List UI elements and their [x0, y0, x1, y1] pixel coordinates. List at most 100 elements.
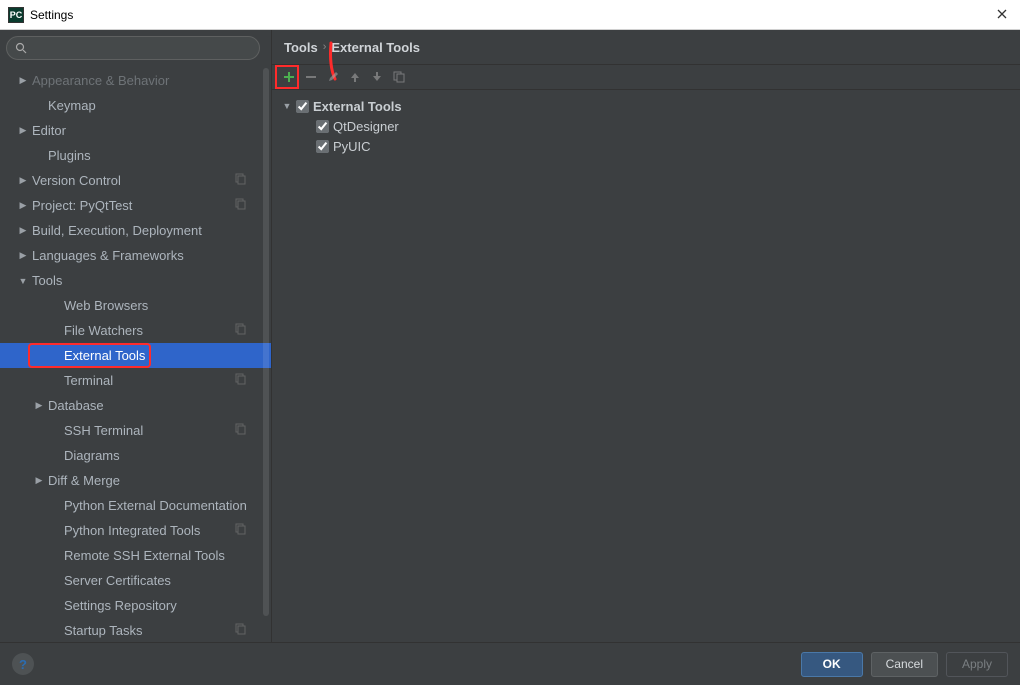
sidebar-item-label: Diff & Merge — [48, 473, 120, 488]
minus-icon — [305, 71, 317, 83]
cancel-button[interactable]: Cancel — [871, 652, 938, 677]
project-scope-icon — [235, 198, 247, 213]
external-tool-checkbox[interactable] — [316, 140, 329, 153]
chevron-right-icon: › — [323, 41, 327, 53]
sidebar-item-label: File Watchers — [64, 323, 143, 338]
copy-icon — [393, 71, 405, 83]
project-scope-icon — [235, 423, 247, 438]
sidebar-item-languages-frameworks[interactable]: ▶ Languages & Frameworks — [0, 243, 271, 268]
sidebar-item-remote-ssh-external-tools[interactable]: ▶Remote SSH External Tools — [0, 543, 271, 568]
sidebar-item-label: Python External Documentation — [64, 498, 247, 513]
triangle-right-icon: ▶ — [34, 475, 44, 486]
sidebar-item-label: Startup Tasks — [64, 623, 143, 638]
project-scope-icon — [235, 173, 247, 188]
window-title: Settings — [30, 8, 73, 22]
move-down-button[interactable] — [366, 66, 388, 88]
triangle-right-icon: ▶ — [18, 250, 28, 261]
sidebar-item-terminal[interactable]: ▶Terminal — [0, 368, 271, 393]
project-scope-icon — [235, 623, 247, 638]
sidebar-item-diff-merge[interactable]: ▶ Diff & Merge — [0, 468, 271, 493]
apply-button[interactable]: Apply — [946, 652, 1008, 677]
project-scope-icon — [235, 323, 247, 338]
sidebar-item-label: Build, Execution, Deployment — [32, 223, 202, 238]
sidebar-item-ssh-terminal[interactable]: ▶SSH Terminal — [0, 418, 271, 443]
search-icon — [15, 42, 27, 54]
remove-button[interactable] — [300, 66, 322, 88]
sidebar-item-project-pyqttest[interactable]: ▶Project: PyQtTest — [0, 193, 271, 218]
sidebar-item-python-external-documentation[interactable]: ▶Python External Documentation — [0, 493, 271, 518]
settings-tree[interactable]: ▶Appearance & Behavior▶Keymap▶Editor▶Plu… — [0, 66, 271, 642]
external-tool-row[interactable]: QtDesigner — [282, 116, 1010, 136]
search-box[interactable] — [6, 36, 260, 60]
triangle-down-icon: ▼ — [282, 101, 292, 111]
triangle-right-icon: ▶ — [18, 125, 28, 136]
sidebar-item-label: Plugins — [48, 148, 91, 163]
sidebar-item-version-control[interactable]: ▶ Version Control — [0, 168, 271, 193]
sidebar-item-editor[interactable]: ▶ Editor — [0, 118, 271, 143]
external-tool-label: QtDesigner — [333, 119, 399, 134]
sidebar-item-python-integrated-tools[interactable]: ▶Python Integrated Tools — [0, 518, 271, 543]
sidebar-item-server-certificates[interactable]: ▶Server Certificates — [0, 568, 271, 593]
ok-button[interactable]: OK — [801, 652, 863, 677]
sidebar-item-build-execution-deployment[interactable]: ▶ Build, Execution, Deployment — [0, 218, 271, 243]
sidebar-item-diagrams[interactable]: ▶Diagrams — [0, 443, 271, 468]
sidebar-item-label: Settings Repository — [64, 598, 177, 613]
search-input[interactable] — [33, 41, 251, 55]
breadcrumb-leaf: External Tools — [331, 40, 420, 55]
settings-sidebar: ▶Appearance & Behavior▶Keymap▶Editor▶Plu… — [0, 30, 272, 642]
external-tools-list: ▼ External Tools QtDesigner PyUIC — [272, 90, 1020, 642]
external-tool-checkbox[interactable] — [316, 120, 329, 133]
project-scope-icon — [235, 523, 247, 538]
sidebar-item-startup-tasks[interactable]: ▶Startup Tasks — [0, 618, 271, 642]
sidebar-item-plugins[interactable]: ▶Plugins — [0, 143, 271, 168]
tools-group-checkbox[interactable] — [296, 100, 309, 113]
sidebar-item-label: Keymap — [48, 98, 96, 113]
project-scope-icon — [235, 373, 247, 388]
sidebar-item-database[interactable]: ▶ Database — [0, 393, 271, 418]
sidebar-item-label: Version Control — [32, 173, 121, 188]
sidebar-item-label: Server Certificates — [64, 573, 171, 588]
close-icon — [997, 9, 1007, 19]
plus-icon — [283, 71, 295, 83]
pencil-icon — [327, 71, 339, 83]
add-button[interactable] — [278, 66, 300, 88]
triangle-right-icon: ▶ — [18, 175, 28, 186]
app-icon: PC — [8, 7, 24, 23]
window-close-button[interactable] — [990, 4, 1014, 24]
move-up-button[interactable] — [344, 66, 366, 88]
edit-button[interactable] — [322, 66, 344, 88]
external-tools-toolbar — [272, 64, 1020, 90]
triangle-right-icon: ▶ — [18, 200, 28, 211]
triangle-right-icon: ▶ — [18, 75, 28, 86]
arrow-up-icon — [349, 71, 361, 83]
copy-button[interactable] — [388, 66, 410, 88]
triangle-right-icon: ▶ — [34, 400, 44, 411]
sidebar-scrollbar[interactable] — [263, 68, 269, 616]
sidebar-item-settings-repository[interactable]: ▶Settings Repository — [0, 593, 271, 618]
breadcrumb: Tools › External Tools — [272, 30, 1020, 64]
breadcrumb-root[interactable]: Tools — [284, 40, 318, 55]
window-titlebar: PC Settings — [0, 0, 1020, 30]
tools-group-row[interactable]: ▼ External Tools — [282, 96, 1010, 116]
sidebar-item-label: Database — [48, 398, 104, 413]
triangle-right-icon: ▶ — [18, 225, 28, 236]
sidebar-item-label: Terminal — [64, 373, 113, 388]
sidebar-item-label: Remote SSH External Tools — [64, 548, 225, 563]
sidebar-item-appearance-behavior[interactable]: ▶Appearance & Behavior — [0, 68, 271, 93]
external-tool-row[interactable]: PyUIC — [282, 136, 1010, 156]
sidebar-item-label: Diagrams — [64, 448, 120, 463]
sidebar-item-label: Editor — [32, 123, 66, 138]
sidebar-item-external-tools[interactable]: ▶External Tools — [0, 343, 271, 368]
sidebar-item-keymap[interactable]: ▶Keymap — [0, 93, 271, 118]
sidebar-item-label: Web Browsers — [64, 298, 148, 313]
sidebar-item-label: Tools — [32, 273, 62, 288]
sidebar-item-tools[interactable]: ▼Tools — [0, 268, 271, 293]
sidebar-item-label: Languages & Frameworks — [32, 248, 184, 263]
sidebar-item-label: Python Integrated Tools — [64, 523, 200, 538]
sidebar-item-label: SSH Terminal — [64, 423, 143, 438]
sidebar-item-label: External Tools — [64, 348, 145, 363]
sidebar-item-web-browsers[interactable]: ▶Web Browsers — [0, 293, 271, 318]
sidebar-item-file-watchers[interactable]: ▶File Watchers — [0, 318, 271, 343]
help-button[interactable]: ? — [12, 653, 34, 675]
settings-main-panel: Tools › External Tools — [272, 30, 1020, 642]
